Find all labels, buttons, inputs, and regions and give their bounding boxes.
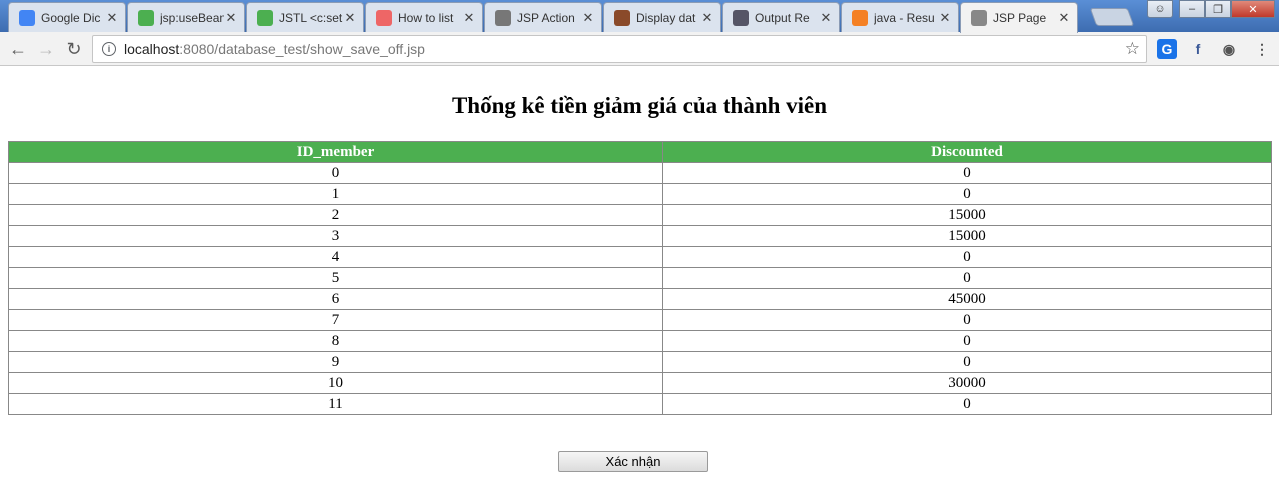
cell-id-member: 11 bbox=[8, 393, 663, 415]
close-window-button[interactable]: ✕ bbox=[1231, 0, 1275, 18]
user-icon[interactable]: ☺ bbox=[1147, 0, 1173, 18]
back-button[interactable]: ← bbox=[6, 37, 30, 61]
close-tab-icon[interactable]: ✕ bbox=[1057, 10, 1071, 26]
table-row: 80 bbox=[8, 330, 1272, 352]
cell-discounted: 0 bbox=[662, 246, 1272, 268]
table-row: 70 bbox=[8, 309, 1272, 331]
browser-tab[interactable]: java - Resu ✕ bbox=[841, 2, 959, 32]
browser-tab[interactable]: JSP Page ✕ bbox=[960, 2, 1078, 33]
close-tab-icon[interactable]: ✕ bbox=[462, 10, 476, 26]
browser-tab[interactable]: Display dat ✕ bbox=[603, 2, 721, 32]
tab-label: jsp:useBean bbox=[160, 10, 224, 25]
j-icon bbox=[376, 9, 392, 26]
tab-label: Output Re bbox=[755, 10, 810, 25]
cell-id-member: 6 bbox=[8, 288, 663, 310]
table-row: 90 bbox=[8, 351, 1272, 373]
column-header-discounted: Discounted bbox=[662, 141, 1272, 163]
close-tab-icon[interactable]: ✕ bbox=[343, 10, 357, 26]
address-bar[interactable]: i localhost:8080/database_test/show_save… bbox=[92, 35, 1147, 63]
table-row: 00 bbox=[8, 162, 1272, 184]
cell-id-member: 4 bbox=[8, 246, 663, 268]
extension-eye-icon[interactable]: ◉ bbox=[1219, 39, 1239, 59]
confirm-button[interactable]: Xác nhận bbox=[558, 451, 708, 472]
cell-id-member: 5 bbox=[8, 267, 663, 289]
browser-tab[interactable]: jsp:useBean ✕ bbox=[127, 2, 245, 32]
page-title: Thống kê tiền giảm giá của thành viên bbox=[451, 93, 828, 118]
tab-label: JSP Action bbox=[517, 10, 575, 25]
cell-id-member: 7 bbox=[8, 309, 663, 331]
table-row: 2 15000 bbox=[8, 204, 1272, 226]
reload-button[interactable]: ↻ bbox=[62, 37, 86, 61]
cell-id-member: 0 bbox=[8, 162, 663, 184]
cell-discounted: 15000 bbox=[662, 225, 1272, 247]
cell-discounted: 0 bbox=[662, 267, 1272, 289]
tab-label: JSP Page bbox=[993, 11, 1047, 25]
close-tab-icon[interactable]: ✕ bbox=[938, 10, 952, 26]
close-tab-icon[interactable]: ✕ bbox=[581, 10, 595, 26]
cell-discounted: 0 bbox=[662, 393, 1272, 415]
tab-label: How to list bbox=[398, 10, 454, 25]
document-icon bbox=[733, 9, 749, 26]
stackoverflow-icon bbox=[852, 9, 868, 26]
cell-id-member: 2 bbox=[8, 204, 663, 226]
cell-discounted: 0 bbox=[662, 351, 1272, 373]
cell-discounted: 45000 bbox=[662, 288, 1272, 310]
cell-discounted: 0 bbox=[662, 330, 1272, 352]
cell-id-member: 1 bbox=[8, 183, 663, 205]
cell-id-member: 8 bbox=[8, 330, 663, 352]
tab-label: Google Dic bbox=[41, 10, 101, 25]
cell-discounted: 0 bbox=[662, 183, 1272, 205]
cell-discounted: 30000 bbox=[662, 372, 1272, 394]
table-row: 3 15000 bbox=[8, 225, 1272, 247]
browser-tab[interactable]: How to list ✕ bbox=[365, 2, 483, 32]
maximize-button[interactable]: ❐ bbox=[1205, 0, 1231, 18]
cell-id-member: 3 bbox=[8, 225, 663, 247]
browser-tab[interactable]: Google Dic ✕ bbox=[8, 2, 126, 32]
bookmark-star-icon[interactable]: ☆ bbox=[1125, 39, 1140, 59]
url-text: localhost:8080/database_test/show_save_o… bbox=[124, 41, 425, 57]
cell-discounted: 0 bbox=[662, 162, 1272, 184]
diamond-icon bbox=[495, 9, 511, 26]
extension-translate-icon[interactable]: G bbox=[1157, 39, 1177, 59]
window-controls: ☺ – ❐ ✕ bbox=[1147, 0, 1275, 18]
browser-tab[interactable]: JSTL <c:set ✕ bbox=[246, 2, 364, 32]
cell-id-member: 9 bbox=[8, 351, 663, 373]
info-icon[interactable]: i bbox=[102, 42, 116, 56]
table-header-row: ID_member Discounted bbox=[8, 141, 1272, 163]
cell-discounted: 15000 bbox=[662, 204, 1272, 226]
browser-toolbar: ← → ↻ i localhost:8080/database_test/sho… bbox=[0, 32, 1279, 66]
table-row: 10 bbox=[8, 183, 1272, 205]
cell-discounted: 0 bbox=[662, 309, 1272, 331]
close-tab-icon[interactable]: ✕ bbox=[224, 10, 238, 26]
table-row: 11 0 bbox=[8, 393, 1272, 415]
close-tab-icon[interactable]: ✕ bbox=[105, 10, 119, 26]
column-header-id-member: ID_member bbox=[8, 141, 663, 163]
extension-facebook-icon[interactable]: f bbox=[1188, 39, 1208, 59]
table-row: 50 bbox=[8, 267, 1272, 289]
tab-label: java - Resu bbox=[874, 10, 935, 25]
table-row: 40 bbox=[8, 246, 1272, 268]
table-row: 6 45000 bbox=[8, 288, 1272, 310]
b-icon bbox=[138, 9, 154, 26]
cell-id-member: 10 bbox=[8, 372, 663, 394]
new-tab-button[interactable] bbox=[1089, 8, 1135, 26]
b-icon bbox=[257, 9, 273, 26]
tab-label: JSTL <c:set bbox=[279, 10, 343, 25]
page-icon bbox=[971, 10, 987, 26]
table-row: 10 30000 bbox=[8, 372, 1272, 394]
minimize-button[interactable]: – bbox=[1179, 0, 1205, 18]
close-tab-icon[interactable]: ✕ bbox=[819, 10, 833, 26]
browser-tab[interactable]: JSP Action ✕ bbox=[484, 2, 602, 32]
discount-table: ID_member Discounted 0 0 1 0 2 15000 3 15000 4 0 5… bbox=[8, 141, 1272, 415]
forward-button[interactable]: → bbox=[34, 37, 58, 61]
close-tab-icon[interactable]: ✕ bbox=[700, 10, 714, 26]
tab-strip: Google Dic ✕ jsp:useBean ✕ JSTL <c:set ✕ How t… bbox=[0, 0, 1279, 33]
menu-icon[interactable]: ⋮ bbox=[1252, 39, 1272, 59]
tab-label: Display dat bbox=[636, 10, 696, 25]
horseshoe-icon bbox=[614, 9, 630, 26]
browser-tab[interactable]: Output Re ✕ bbox=[722, 2, 840, 32]
google-icon bbox=[19, 9, 35, 26]
